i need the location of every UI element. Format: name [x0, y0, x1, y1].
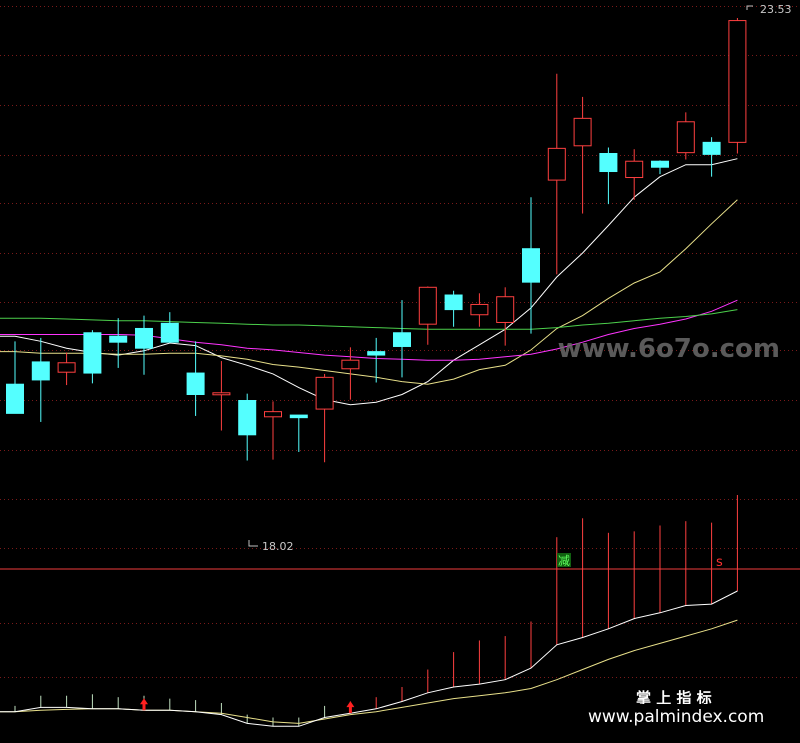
candle — [109, 318, 128, 368]
candle — [702, 137, 721, 177]
candle-body — [135, 327, 153, 349]
candle-body — [264, 411, 282, 418]
candle — [367, 337, 386, 383]
candle-body — [418, 286, 437, 325]
candle-body — [444, 294, 463, 311]
candle-body — [367, 351, 386, 356]
signal-s-label: s — [716, 555, 723, 570]
buy-arrow-icon — [346, 701, 355, 714]
candle-body — [289, 414, 308, 419]
candle — [470, 293, 489, 327]
indicator-panel — [0, 495, 738, 727]
candle — [83, 330, 102, 384]
candle — [212, 361, 231, 431]
candle-body — [496, 296, 515, 323]
candle — [186, 341, 205, 416]
candle — [444, 290, 463, 327]
candle — [651, 160, 669, 175]
candle — [547, 73, 566, 275]
footer-url: www.palmindex.com — [588, 707, 764, 727]
candlestick-series — [6, 18, 747, 463]
signal-markers: 减 s — [557, 553, 723, 570]
buy-arrow-icon — [140, 698, 148, 711]
high-price-label: 23.53 — [760, 3, 792, 16]
candle — [728, 18, 747, 154]
watermark-url: www.6o7o.com — [558, 334, 780, 364]
candle-body — [31, 361, 50, 381]
candle-body — [599, 153, 618, 173]
candle-body — [341, 359, 360, 370]
candle — [496, 287, 515, 346]
candle-body — [315, 376, 334, 410]
candle-body — [57, 362, 76, 373]
candle — [264, 401, 282, 460]
candle — [160, 312, 179, 343]
candle — [238, 393, 257, 461]
low-marker-arrow — [248, 540, 258, 547]
candle — [289, 414, 308, 452]
signal-jian-label: 减 — [558, 554, 570, 568]
candle-body — [651, 160, 669, 168]
candle — [676, 112, 695, 160]
candle — [315, 373, 334, 463]
candle-body — [676, 121, 695, 154]
candle — [57, 352, 76, 386]
candle-body — [160, 322, 179, 343]
candle-body — [547, 147, 566, 181]
low-price-label: 18.02 — [262, 540, 294, 553]
candle-body — [186, 372, 205, 396]
candle-body — [625, 160, 644, 179]
candle-body — [238, 400, 257, 436]
candle-body — [470, 303, 489, 316]
candle — [599, 147, 618, 205]
candle-body — [6, 383, 24, 414]
candle — [418, 286, 437, 345]
candle-body — [393, 332, 411, 347]
ma-line-1 — [0, 158, 738, 406]
candle — [31, 337, 50, 422]
ma-line-4 — [0, 309, 738, 330]
candle-body — [573, 117, 592, 147]
candle-body — [522, 248, 540, 283]
candle-body — [702, 141, 721, 155]
price-markers: 23.53 18.02 — [248, 3, 792, 553]
candle — [393, 300, 411, 378]
candle — [135, 315, 153, 375]
candle-body — [212, 392, 231, 396]
moving-average-lines — [0, 158, 738, 406]
candle-body — [728, 20, 747, 143]
candle-body — [109, 335, 128, 343]
candle-body — [83, 332, 102, 374]
stock-chart: 23.53 18.02 www.6o7o.com 减 s 掌 上 指 标 www… — [0, 0, 800, 739]
